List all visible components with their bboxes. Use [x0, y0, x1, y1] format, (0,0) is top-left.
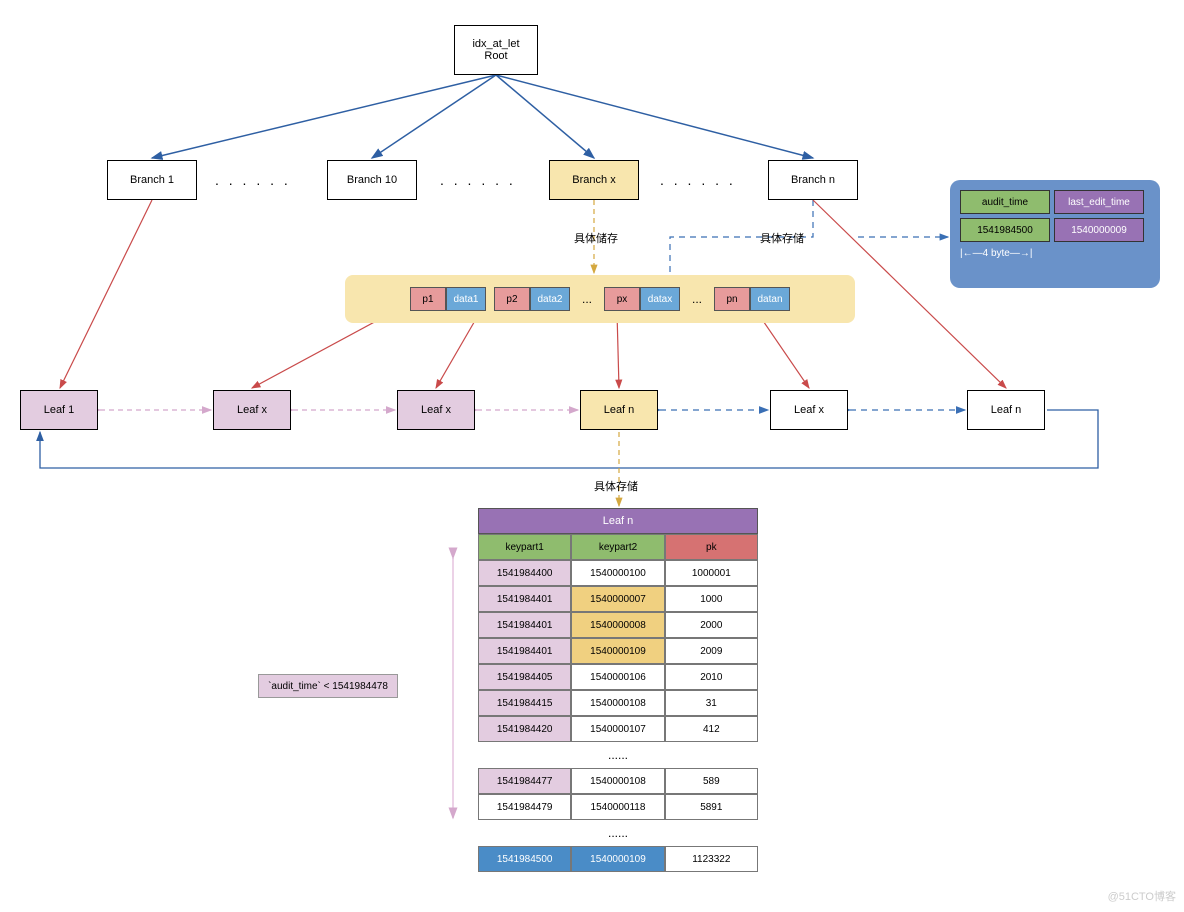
table-row: 154198440115400000071000: [478, 586, 758, 612]
leaf-node-1: Leaf x: [213, 390, 291, 430]
root-node: idx_at_let Root: [454, 25, 538, 75]
table-cell: 1540000109: [571, 846, 664, 872]
table-cell: 1000001: [665, 560, 758, 586]
table-cell: 1540000007: [571, 586, 664, 612]
table-cell: 412: [665, 716, 758, 742]
table-cell: 1541984479: [478, 794, 571, 820]
table-row: 1541984415154000010831: [478, 690, 758, 716]
ellipsis-2: ......: [478, 820, 758, 846]
root-line1: idx_at_let: [472, 38, 519, 50]
table-cell: 1540000100: [571, 560, 664, 586]
p-cell-0: p1: [410, 287, 446, 311]
note-box: `audit_time` < 1541984478: [258, 674, 398, 698]
leaf-node-0: Leaf 1: [20, 390, 98, 430]
table-cell: 1541984401: [478, 612, 571, 638]
table-cell: 1540000108: [571, 768, 664, 794]
table-cell: 1541984400: [478, 560, 571, 586]
table-cell: 1123322: [665, 846, 758, 872]
label-store1: 具体储存: [574, 230, 618, 246]
side-panel: audit_time last_edit_time 1541984500 154…: [950, 180, 1160, 288]
inner-dots-4: ...: [688, 292, 706, 306]
watermark: @51CTO博客: [1108, 888, 1176, 904]
table-cell: 589: [665, 768, 758, 794]
data-cell-1: data2: [530, 287, 570, 311]
leaf-table: Leaf n keypart1 keypart2 pk 154198440015…: [478, 508, 758, 872]
table-cell: 1541984477: [478, 768, 571, 794]
th-1: keypart2: [571, 534, 664, 560]
table-cell: 1541984420: [478, 716, 571, 742]
byte-label: |←— 4 byte —→|: [960, 248, 1150, 259]
table-row: 154198440015400001001000001: [478, 560, 758, 586]
data-cell-3: datax: [640, 287, 680, 311]
leaf-node-3: Leaf n: [580, 390, 658, 430]
th-2: pk: [665, 534, 758, 560]
branch-ellipsis-1: . . . . . .: [440, 172, 516, 188]
table-row: 15419844771540000108589: [478, 768, 758, 794]
p-cell-3: px: [604, 287, 640, 311]
p-cell-5: pn: [714, 287, 750, 311]
table-cell: 1541984401: [478, 638, 571, 664]
branch-ellipsis-2: . . . . . .: [660, 172, 736, 188]
label-store2: 具体存储: [760, 230, 804, 246]
table-cell: 5891: [665, 794, 758, 820]
table-cell: 2000: [665, 612, 758, 638]
side-header-1: last_edit_time: [1054, 190, 1144, 214]
side-header-0: audit_time: [960, 190, 1050, 214]
leaf-node-5: Leaf n: [967, 390, 1045, 430]
th-0: keypart1: [478, 534, 571, 560]
table-cell: 1540000008: [571, 612, 664, 638]
ellipsis-1: ......: [478, 742, 758, 768]
label-store3: 具体存储: [594, 478, 638, 494]
table-cell: 31: [665, 690, 758, 716]
table-cell: 1541984500: [478, 846, 571, 872]
branch-ellipsis-0: . . . . . .: [215, 172, 291, 188]
table-cell: 2010: [665, 664, 758, 690]
table-cell: 1540000108: [571, 690, 664, 716]
table-cell: 2009: [665, 638, 758, 664]
table-cell: 1540000109: [571, 638, 664, 664]
table-cell: 1541984405: [478, 664, 571, 690]
data-cell-0: data1: [446, 287, 486, 311]
table-cell: 1540000106: [571, 664, 664, 690]
p-cell-1: p2: [494, 287, 530, 311]
root-line2: Root: [484, 50, 507, 62]
table-row: 154198450015400001091123322: [478, 846, 758, 872]
side-value-0: 1541984500: [960, 218, 1050, 242]
branch-node-0: Branch 1: [107, 160, 197, 200]
branch-node-3: Branch n: [768, 160, 858, 200]
table-row: 154198447915400001185891: [478, 794, 758, 820]
table-cell: 1541984401: [478, 586, 571, 612]
table-row: 154198440515400001062010: [478, 664, 758, 690]
inner-dots-2: ...: [578, 292, 596, 306]
data-cell-5: datan: [750, 287, 790, 311]
table-row: 15419844201540000107412: [478, 716, 758, 742]
table-row: 154198440115400000082000: [478, 612, 758, 638]
table-title: Leaf n: [478, 508, 758, 534]
table-cell: 1000: [665, 586, 758, 612]
table-cell: 1541984415: [478, 690, 571, 716]
leaf-node-4: Leaf x: [770, 390, 848, 430]
branch-node-1: Branch 10: [327, 160, 417, 200]
branch-inner-block: p1data1 p2data2... pxdatax... pndatan: [345, 275, 855, 323]
table-row: 154198440115400001092009: [478, 638, 758, 664]
table-cell: 1540000118: [571, 794, 664, 820]
table-cell: 1540000107: [571, 716, 664, 742]
side-value-1: 1540000009: [1054, 218, 1144, 242]
branch-node-2: Branch x: [549, 160, 639, 200]
leaf-node-2: Leaf x: [397, 390, 475, 430]
